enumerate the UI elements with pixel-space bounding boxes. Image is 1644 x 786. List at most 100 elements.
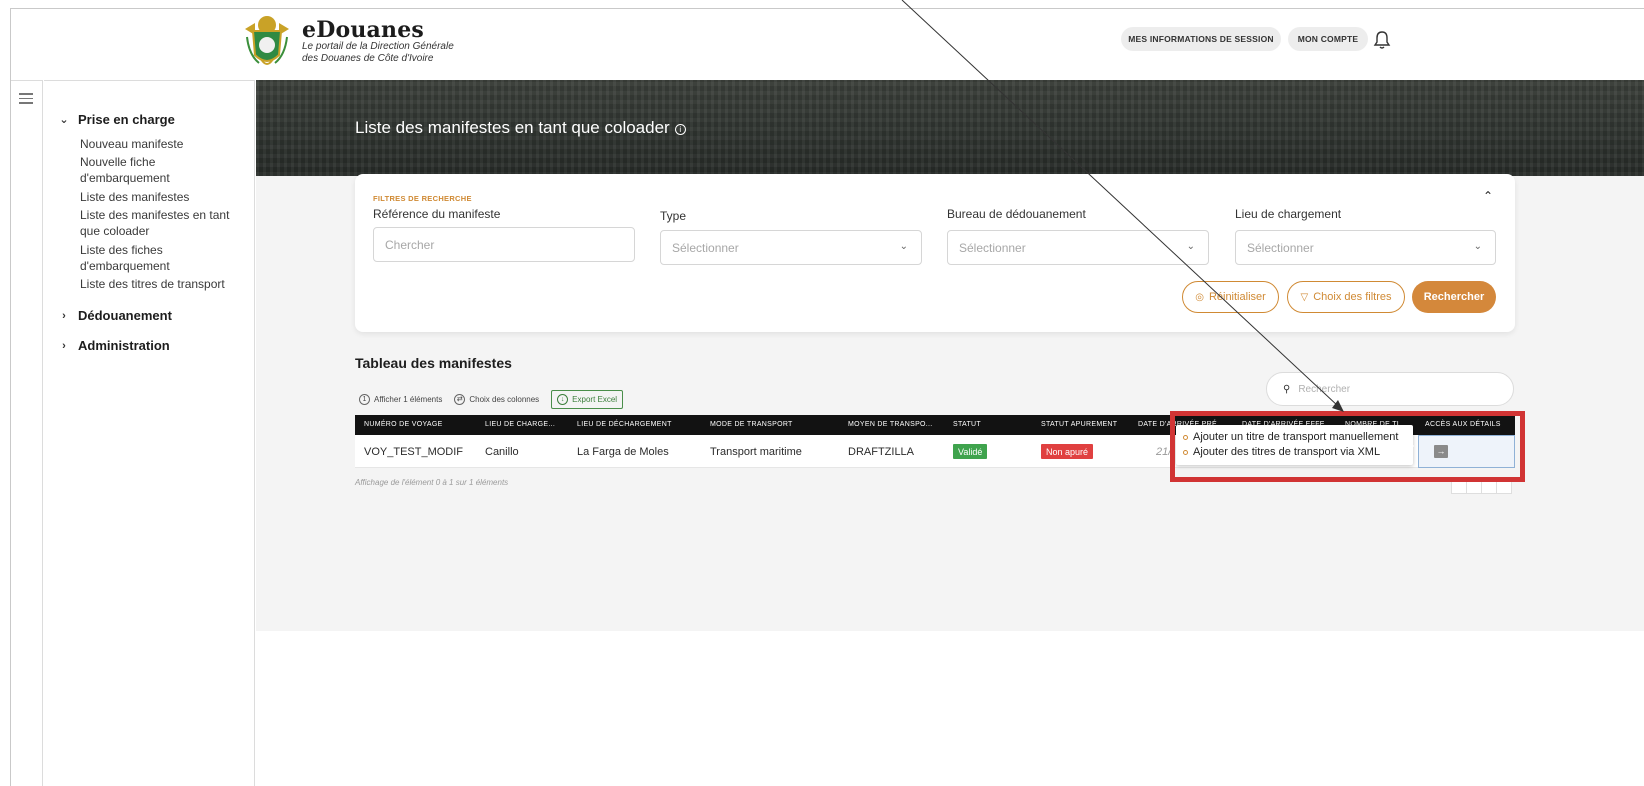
- app-frame: eDouanes Le portail de la Direction Géné…: [10, 8, 1644, 786]
- sidebar: ⌄ Prise en charge Nouveau manifeste Nouv…: [44, 80, 255, 786]
- cell-date-prevue: 21/: [1156, 446, 1172, 458]
- reset-button[interactable]: ◎ Réinitialiser: [1182, 281, 1279, 313]
- page-banner: Liste des manifestes en tant que coloade…: [256, 80, 1644, 176]
- reset-icon: ◎: [1195, 291, 1204, 303]
- search-button[interactable]: Rechercher: [1412, 281, 1496, 313]
- sidebar-item-liste-manifestes-coloader[interactable]: Liste des manifestes en tant que coloade…: [80, 207, 240, 239]
- chevron-down-icon: ⌄: [899, 241, 908, 252]
- menu-item-add-manual[interactable]: Ajouter un titre de transport manuelleme…: [1183, 431, 1398, 443]
- brand-subtitle-line2: des Douanes de Côte d'Ivoire: [302, 53, 434, 64]
- status-badge: Validé: [953, 444, 988, 459]
- columns-icon: ⇄: [454, 394, 466, 405]
- choose-columns-label: Choix des colonnes: [469, 395, 540, 404]
- page-last-button[interactable]: [1496, 478, 1512, 494]
- cell-voyage: VOY_TEST_MODIF: [364, 446, 464, 458]
- page-next-button[interactable]: [1481, 478, 1497, 494]
- column-header[interactable]: MODE DE TRANSPORT: [710, 421, 793, 428]
- lieu-select[interactable]: Sélectionner ⌄: [1235, 230, 1496, 265]
- reset-button-label: Réinitialiser: [1208, 291, 1266, 303]
- chevron-down-icon: ⌄: [59, 114, 69, 126]
- popover-arrow: [1408, 440, 1414, 452]
- table-search-placeholder: Rechercher: [1298, 383, 1351, 395]
- hamburger-menu-icon[interactable]: [19, 93, 33, 107]
- left-rail: [11, 80, 43, 786]
- reference-search-input[interactable]: Chercher: [373, 227, 635, 262]
- page-title: Liste des manifestes en tant que coloade…: [355, 118, 686, 138]
- table-title: Tableau des manifestes: [355, 355, 512, 371]
- bullet-icon: [1183, 449, 1188, 455]
- sidebar-section-dedouanement[interactable]: › Dédouanement: [58, 308, 172, 323]
- add-transport-title-menu: Ajouter un titre de transport manuelleme…: [1176, 425, 1414, 465]
- column-header[interactable]: LIEU DE DÉCHARGEMENT: [577, 421, 672, 428]
- sidebar-item-liste-manifestes[interactable]: Liste des manifestes: [80, 189, 240, 205]
- menu-item-label: Ajouter un titre de transport manuelleme…: [1193, 431, 1399, 443]
- cell-mode-transport: Transport maritime: [710, 446, 802, 458]
- session-info-button[interactable]: MES INFORMATIONS DE SESSION: [1121, 27, 1281, 51]
- top-header: eDouanes Le portail de la Direction Géné…: [11, 9, 1644, 80]
- clearance-status-badge: Non apuré: [1041, 444, 1094, 459]
- show-count-label: Afficher 1 éléments: [374, 395, 443, 404]
- table-search-input[interactable]: ⚲ Rechercher: [1266, 372, 1514, 406]
- sidebar-section-administration[interactable]: › Administration: [58, 338, 170, 353]
- sidebar-section-prise-en-charge[interactable]: ⌄ Prise en charge: [58, 112, 175, 127]
- download-icon: ↓: [557, 394, 569, 405]
- cell-lieu-chargement: Canillo: [485, 446, 519, 458]
- list-count-icon: 1: [359, 394, 370, 405]
- menu-item-add-xml[interactable]: Ajouter des titres de transport via XML: [1183, 446, 1380, 458]
- sidebar-section-label: Prise en charge: [78, 112, 175, 127]
- column-header[interactable]: LIEU DE CHARGE...: [485, 421, 555, 428]
- export-excel-button[interactable]: ↓ Export Excel: [551, 390, 624, 409]
- pagination-info: Affichage de l'élément 0 à 1 sur 1 éléme…: [355, 478, 509, 487]
- page-title-text: Liste des manifestes en tant que coloade…: [355, 118, 670, 137]
- choose-columns-button[interactable]: ⇄ Choix des colonnes: [454, 394, 539, 405]
- lieu-label: Lieu de chargement: [1235, 207, 1342, 221]
- cell-lieu-dechargement: La Farga de Moles: [577, 446, 669, 458]
- filter-icon: ▽: [1300, 291, 1309, 303]
- column-header[interactable]: NUMÉRO DE VOYAGE: [364, 421, 443, 428]
- choose-filters-label: Choix des filtres: [1313, 291, 1392, 303]
- filters-heading: FILTRES DE RECHERCHE: [373, 194, 472, 203]
- cell-moyen-transport: DRAFTZILLA: [848, 446, 915, 458]
- sidebar-item-liste-fiches[interactable]: Liste des fiches d'embarquement: [80, 242, 240, 274]
- sidebar-item-liste-titres[interactable]: Liste des titres de transport: [80, 276, 240, 292]
- search-filters-card: FILTRES DE RECHERCHE ⌃ Référence du mani…: [355, 174, 1515, 332]
- table-toolbar: 1 Afficher 1 éléments ⇄ Choix des colonn…: [359, 390, 635, 409]
- sidebar-item-nouvelle-fiche[interactable]: Nouvelle fiche d'embarquement: [80, 154, 240, 186]
- bell-icon[interactable]: [1373, 30, 1391, 50]
- bureau-label: Bureau de dédouanement: [947, 207, 1086, 221]
- pagination-controls: [1451, 478, 1512, 494]
- column-header[interactable]: STATUT: [953, 421, 981, 428]
- type-select-value: Sélectionner: [672, 240, 739, 255]
- show-count-button[interactable]: 1 Afficher 1 éléments: [359, 394, 442, 405]
- menu-item-label: Ajouter des titres de transport via XML: [1193, 446, 1381, 458]
- column-header[interactable]: STATUT APUREMENT: [1041, 421, 1117, 428]
- brand-subtitle-line1: Le portail de la Direction Générale: [302, 41, 454, 52]
- chevron-down-icon: ⌄: [1186, 241, 1195, 252]
- bullet-icon: [1183, 434, 1188, 440]
- info-icon[interactable]: i: [674, 124, 686, 135]
- reference-label: Référence du manifeste: [373, 207, 501, 221]
- type-label: Type: [660, 209, 687, 223]
- bureau-select-value: Sélectionner: [959, 240, 1026, 255]
- chevron-right-icon: ›: [62, 339, 66, 352]
- sidebar-section-label: Administration: [78, 338, 170, 353]
- coat-of-arms-logo: [245, 16, 289, 65]
- choose-filters-button[interactable]: ▽ Choix des filtres: [1287, 281, 1405, 313]
- account-button[interactable]: MON COMPTE: [1288, 27, 1368, 51]
- page-prev-button[interactable]: [1466, 478, 1482, 494]
- bureau-select[interactable]: Sélectionner ⌄: [947, 230, 1209, 265]
- collapse-chevron-up-icon[interactable]: ⌃: [1483, 189, 1493, 203]
- page-first-button[interactable]: [1451, 478, 1467, 494]
- sidebar-item-nouveau-manifeste[interactable]: Nouveau manifeste: [80, 136, 240, 152]
- type-select[interactable]: Sélectionner ⌄: [660, 230, 922, 265]
- column-header[interactable]: ACCÈS AUX DÉTAILS: [1425, 421, 1501, 428]
- chevron-down-icon: ⌄: [1473, 241, 1482, 252]
- column-header[interactable]: MOYEN DE TRANSPO...: [848, 421, 933, 428]
- details-cell: [1418, 435, 1515, 468]
- brand-title: eDouanes: [302, 17, 424, 43]
- export-excel-label: Export Excel: [572, 395, 618, 404]
- lieu-select-value: Sélectionner: [1247, 240, 1314, 255]
- chevron-right-icon: ›: [62, 309, 66, 322]
- main-content: Liste des manifestes en tant que coloade…: [256, 80, 1644, 631]
- arrow-right-icon[interactable]: →: [1434, 445, 1448, 458]
